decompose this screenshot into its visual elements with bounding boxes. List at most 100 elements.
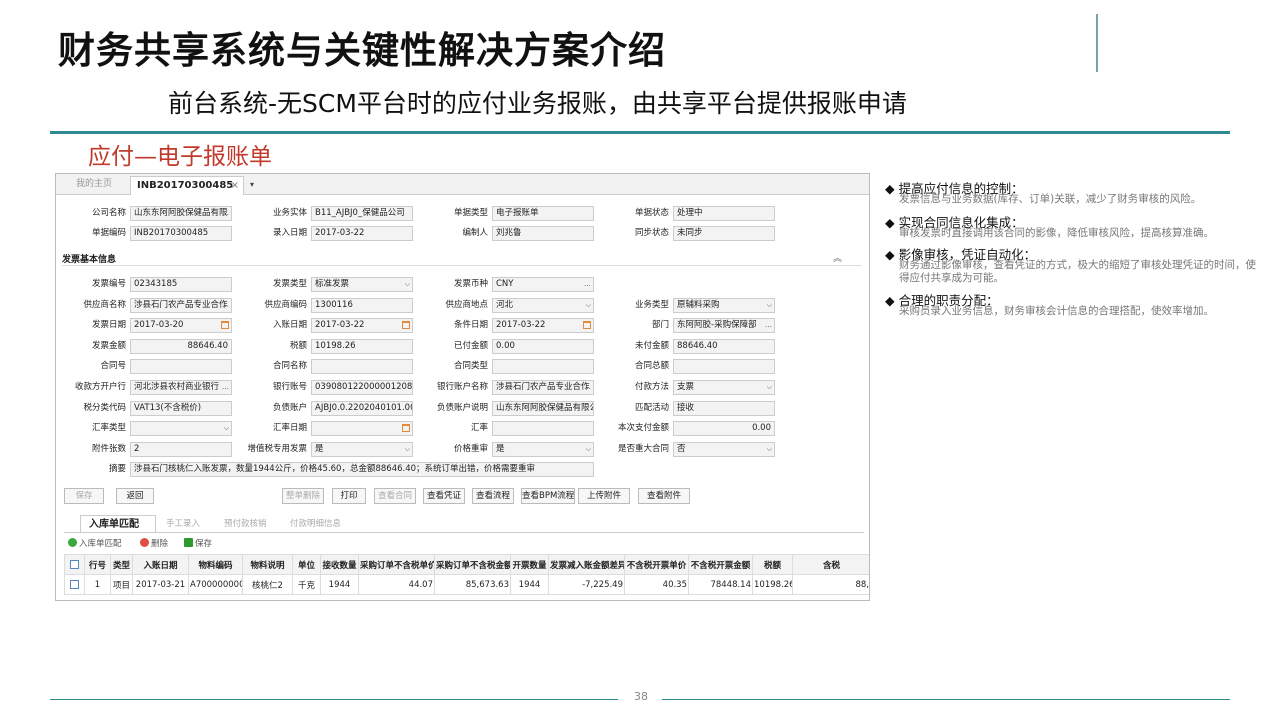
- field-value[interactable]: 山东东阿阿胶保健品有限公: [492, 400, 594, 416]
- field-value[interactable]: 未同步: [673, 226, 775, 241]
- dropdown-icon[interactable]: ⌵: [405, 443, 410, 456]
- dropdown-icon[interactable]: ⌵: [586, 299, 591, 312]
- field-label: 入账日期: [272, 320, 307, 331]
- column-header: 单位: [292, 554, 321, 575]
- action-button[interactable]: 查看流程: [472, 488, 514, 504]
- dropdown-icon[interactable]: ⌵: [767, 381, 772, 394]
- field-value[interactable]: 否 ⌵: [673, 441, 775, 457]
- field-value[interactable]: 刘兆鲁: [492, 226, 594, 241]
- field-value[interactable]: INB20170300485: [130, 226, 232, 241]
- field-value[interactable]: 是 ⌵: [492, 441, 594, 457]
- dropdown-icon[interactable]: …: [584, 381, 591, 394]
- dropdown-icon[interactable]: …: [222, 207, 229, 220]
- close-icon[interactable]: ×: [231, 177, 239, 194]
- checkbox-all[interactable]: [70, 559, 79, 569]
- field-value[interactable]: 0.00: [673, 421, 775, 437]
- field-value[interactable]: 2017-03-22: [492, 318, 594, 334]
- field-value[interactable]: 88646.40: [673, 338, 775, 354]
- action-button[interactable]: 查看合同: [374, 488, 416, 504]
- field-value[interactable]: 原辅料采购 ⌵: [673, 297, 775, 313]
- field-value[interactable]: ⌵: [130, 421, 232, 437]
- field-value[interactable]: 2017-03-22: [311, 226, 413, 241]
- field-value[interactable]: VAT13(不含税价): [130, 400, 232, 416]
- collapse-icon[interactable]: ︽: [833, 251, 842, 264]
- sub-tab[interactable]: 付款明细信息: [282, 515, 349, 533]
- dropdown-icon[interactable]: …: [222, 381, 229, 394]
- dropdown-icon[interactable]: ⌵: [767, 443, 772, 456]
- action-button[interactable]: 打印: [332, 488, 366, 504]
- field-label: 未付金额: [634, 340, 669, 351]
- field-value[interactable]: 河北涉县农村商业银行…: [130, 380, 232, 395]
- field-value[interactable]: [673, 359, 775, 375]
- sub-tab[interactable]: 入库单匹配: [80, 515, 156, 533]
- dropdown-icon[interactable]: …: [584, 278, 591, 291]
- field-value[interactable]: 039080122000001208: [311, 380, 413, 395]
- row-checkbox[interactable]: [70, 579, 79, 589]
- action-button[interactable]: 查看凭证: [423, 488, 465, 504]
- field-value[interactable]: 是 ⌵: [311, 441, 413, 457]
- column-header: 含税: [792, 554, 869, 575]
- table-row[interactable]: 1 项目 2017-03-21 A700000000 核桃仁2 千克 1944 44.07 85…: [64, 574, 869, 595]
- action-button[interactable]: 保存: [64, 488, 104, 504]
- slide-title: 财务共享系统与关键性解决方案介绍: [58, 29, 666, 72]
- field-value[interactable]: 电子报账单: [492, 206, 594, 221]
- tab-home[interactable]: 我的主页: [70, 176, 118, 195]
- field-value[interactable]: 涉县石门农产品专业合作…: [492, 380, 594, 395]
- field-value[interactable]: 2: [130, 441, 232, 457]
- action-button[interactable]: 返回: [116, 488, 154, 504]
- field-value[interactable]: 02343185: [130, 277, 232, 292]
- sub-tab[interactable]: 预付款核销: [216, 515, 275, 533]
- field-value[interactable]: 处理中: [673, 206, 775, 221]
- dropdown-icon[interactable]: ⌵: [224, 422, 229, 435]
- field-value[interactable]: B11_AJBJ0_保健品公司: [311, 206, 413, 221]
- dropdown-icon[interactable]: ⌵: [405, 278, 410, 291]
- field-value[interactable]: 接收: [673, 400, 775, 416]
- dropdown-icon[interactable]: ⌵: [586, 443, 591, 456]
- calendar-icon[interactable]: [402, 424, 410, 433]
- dropdown-icon[interactable]: …: [765, 319, 772, 332]
- action-button[interactable]: 整单删除: [282, 488, 324, 504]
- field-value-text: 河北涉县农村商业银行: [134, 382, 220, 392]
- field-value[interactable]: [311, 421, 413, 437]
- field-value[interactable]: 10198.26: [311, 338, 413, 354]
- field-value[interactable]: CNY…: [492, 277, 594, 292]
- sub-tab[interactable]: 手工录入: [158, 515, 208, 533]
- dropdown-icon[interactable]: ⌵: [767, 299, 772, 312]
- field-value[interactable]: 山东东阿阿胶保健品有限…: [130, 206, 232, 221]
- delete-button[interactable]: 删除: [140, 536, 168, 552]
- field-value[interactable]: [492, 359, 594, 375]
- field-value[interactable]: 东阿阿胶-采购保障部…: [673, 318, 775, 334]
- field-value[interactable]: 1300116: [311, 297, 413, 313]
- field-value[interactable]: AJBJ0.0.2202040101.000: [311, 400, 413, 416]
- dropdown-icon[interactable]: …: [222, 299, 229, 312]
- field-value[interactable]: [130, 359, 232, 375]
- field-label: 发票编号: [91, 279, 126, 289]
- calendar-icon[interactable]: [221, 321, 229, 330]
- field-value[interactable]: 2017-03-22: [311, 318, 413, 334]
- add-match-button[interactable]: 入库单匹配: [68, 536, 122, 552]
- field-value[interactable]: [311, 359, 413, 375]
- field-value[interactable]: [492, 421, 594, 437]
- field-value[interactable]: 标准发票 ⌵: [311, 277, 413, 292]
- field-value[interactable]: 河北 ⌵: [492, 297, 594, 313]
- title-divider: [1096, 14, 1098, 72]
- tab-document[interactable]: INB20170300485 ×: [130, 176, 244, 195]
- action-button[interactable]: 查看BPM流程: [521, 488, 575, 504]
- save-grid-button[interactable]: 保存: [184, 536, 212, 552]
- calendar-icon[interactable]: [402, 321, 410, 330]
- field-value[interactable]: 支票 ⌵: [673, 380, 775, 395]
- field-value-text: 涉县石门农产品专业合作: [496, 382, 590, 392]
- calendar-icon[interactable]: [583, 321, 591, 330]
- summary-field[interactable]: 涉县石门核桃仁入账发票，数量1944公斤，价格45.60，总金额88646.40…: [130, 462, 594, 477]
- field-value[interactable]: 88646.40: [130, 338, 232, 354]
- field-label: 是否重大合同: [617, 443, 669, 454]
- column-header: 采购订单不含税金额: [434, 554, 511, 575]
- field-value[interactable]: 涉县石门农产品专业合作…: [130, 297, 232, 313]
- action-button[interactable]: 上传附件: [578, 488, 630, 504]
- table-cell: 项目: [110, 574, 133, 595]
- field-value[interactable]: 0.00: [492, 338, 594, 354]
- chevron-down-icon[interactable]: ▾: [244, 176, 260, 195]
- field-value[interactable]: 2017-03-20: [130, 318, 232, 334]
- field-value-text: 0.00: [752, 423, 771, 434]
- action-button[interactable]: 查看附件: [638, 488, 690, 504]
